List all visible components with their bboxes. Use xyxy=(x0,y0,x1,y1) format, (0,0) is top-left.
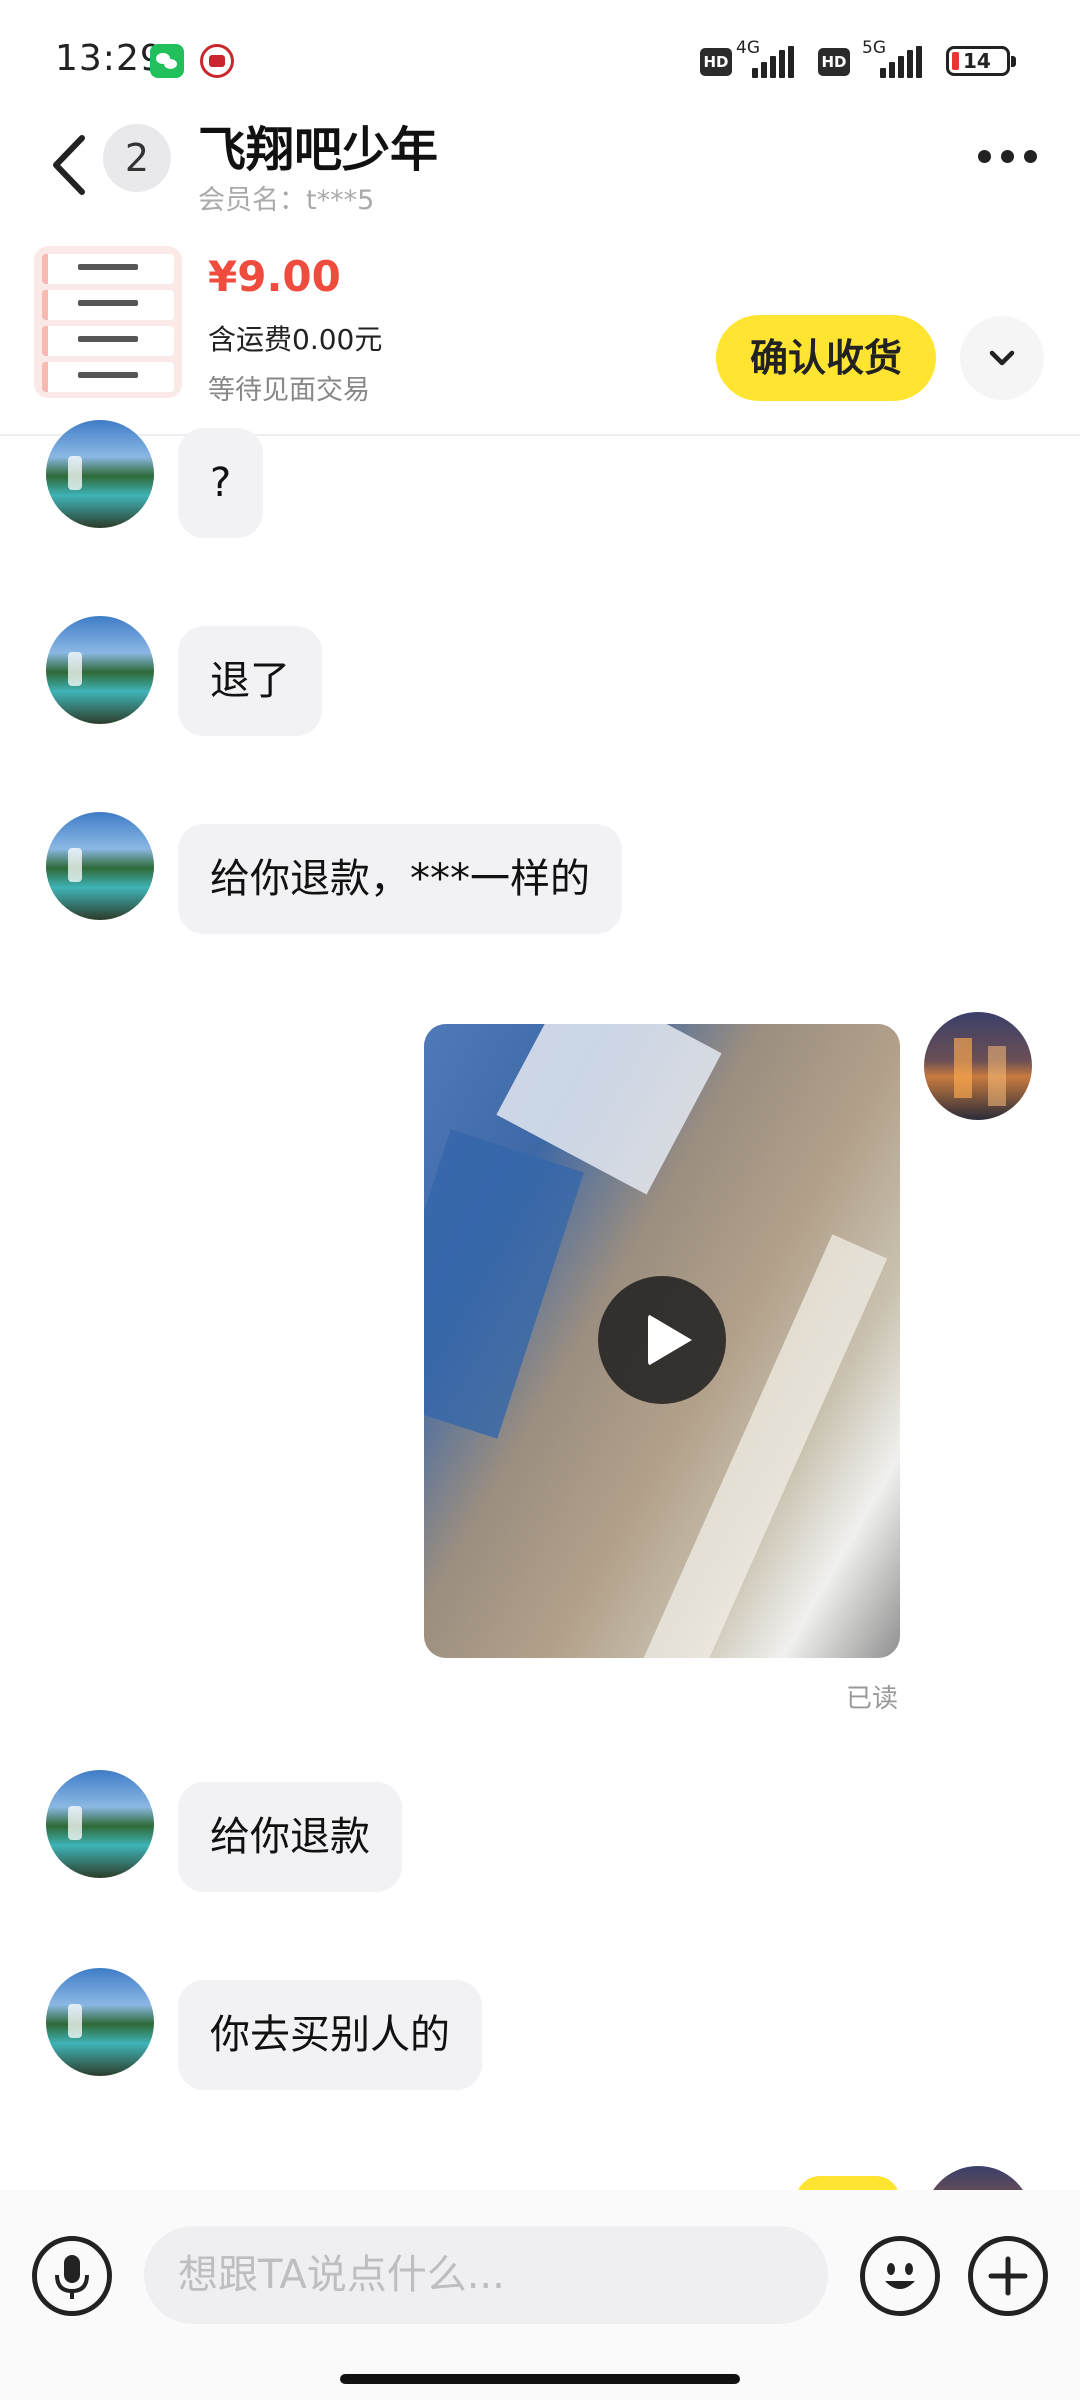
battery-level: 14 xyxy=(963,49,991,73)
more-actions-button[interactable] xyxy=(968,2236,1048,2316)
peer-avatar[interactable] xyxy=(46,616,154,724)
back-arrow-icon[interactable] xyxy=(44,130,94,200)
play-icon[interactable] xyxy=(598,1276,726,1404)
hd-badge-sim1: HD xyxy=(700,48,732,76)
chat-title: 飞翔吧少年 xyxy=(198,122,439,178)
video-message[interactable] xyxy=(424,1024,900,1658)
app-badge-icon xyxy=(200,44,234,78)
message-bubble[interactable]: 给你退款 xyxy=(178,1782,402,1892)
member-name: 会员名：t***5 xyxy=(198,185,375,216)
order-card[interactable]: ¥9.00 含运费0.00元 等待见面交易 确认收货 xyxy=(0,232,1080,436)
message-bubble[interactable]: 退了 xyxy=(178,626,322,736)
more-icon[interactable] xyxy=(978,150,1038,164)
unread-count-badge[interactable]: 2 xyxy=(103,124,171,192)
voice-input-button[interactable] xyxy=(32,2236,112,2316)
read-receipt: 已读 xyxy=(846,1684,899,1714)
order-thumbnail[interactable] xyxy=(34,246,182,398)
hd-badge-sim2: HD xyxy=(818,48,850,76)
message-input[interactable] xyxy=(144,2226,828,2324)
message-bubble[interactable]: 给你退款，***一样的 xyxy=(178,824,622,934)
emoji-button[interactable] xyxy=(860,2236,940,2316)
signal-icon xyxy=(752,46,794,78)
status-bar: 13:29 HD 4G HD 5G 14 xyxy=(0,0,1080,110)
expand-order-button[interactable] xyxy=(960,316,1044,400)
status-time: 13:29 xyxy=(55,38,164,79)
peer-avatar[interactable] xyxy=(46,812,154,920)
self-avatar[interactable] xyxy=(924,1012,1032,1120)
peer-avatar[interactable] xyxy=(46,1770,154,1878)
message-bubble[interactable]: 你去买别人的 xyxy=(178,1980,482,2090)
battery-icon: 14 xyxy=(946,46,1016,76)
signal-icon xyxy=(880,46,922,78)
wechat-icon xyxy=(150,44,184,78)
order-shipping: 含运费0.00元 xyxy=(208,323,383,356)
order-price: ¥9.00 xyxy=(208,252,341,301)
peer-avatar[interactable] xyxy=(46,1968,154,2076)
peer-avatar[interactable] xyxy=(46,420,154,528)
battery-fill xyxy=(952,52,959,70)
confirm-receipt-button[interactable]: 确认收货 xyxy=(716,315,936,401)
home-indicator[interactable] xyxy=(340,2374,740,2384)
order-status: 等待见面交易 xyxy=(208,375,370,406)
message-bubble[interactable]: ? xyxy=(178,428,264,538)
